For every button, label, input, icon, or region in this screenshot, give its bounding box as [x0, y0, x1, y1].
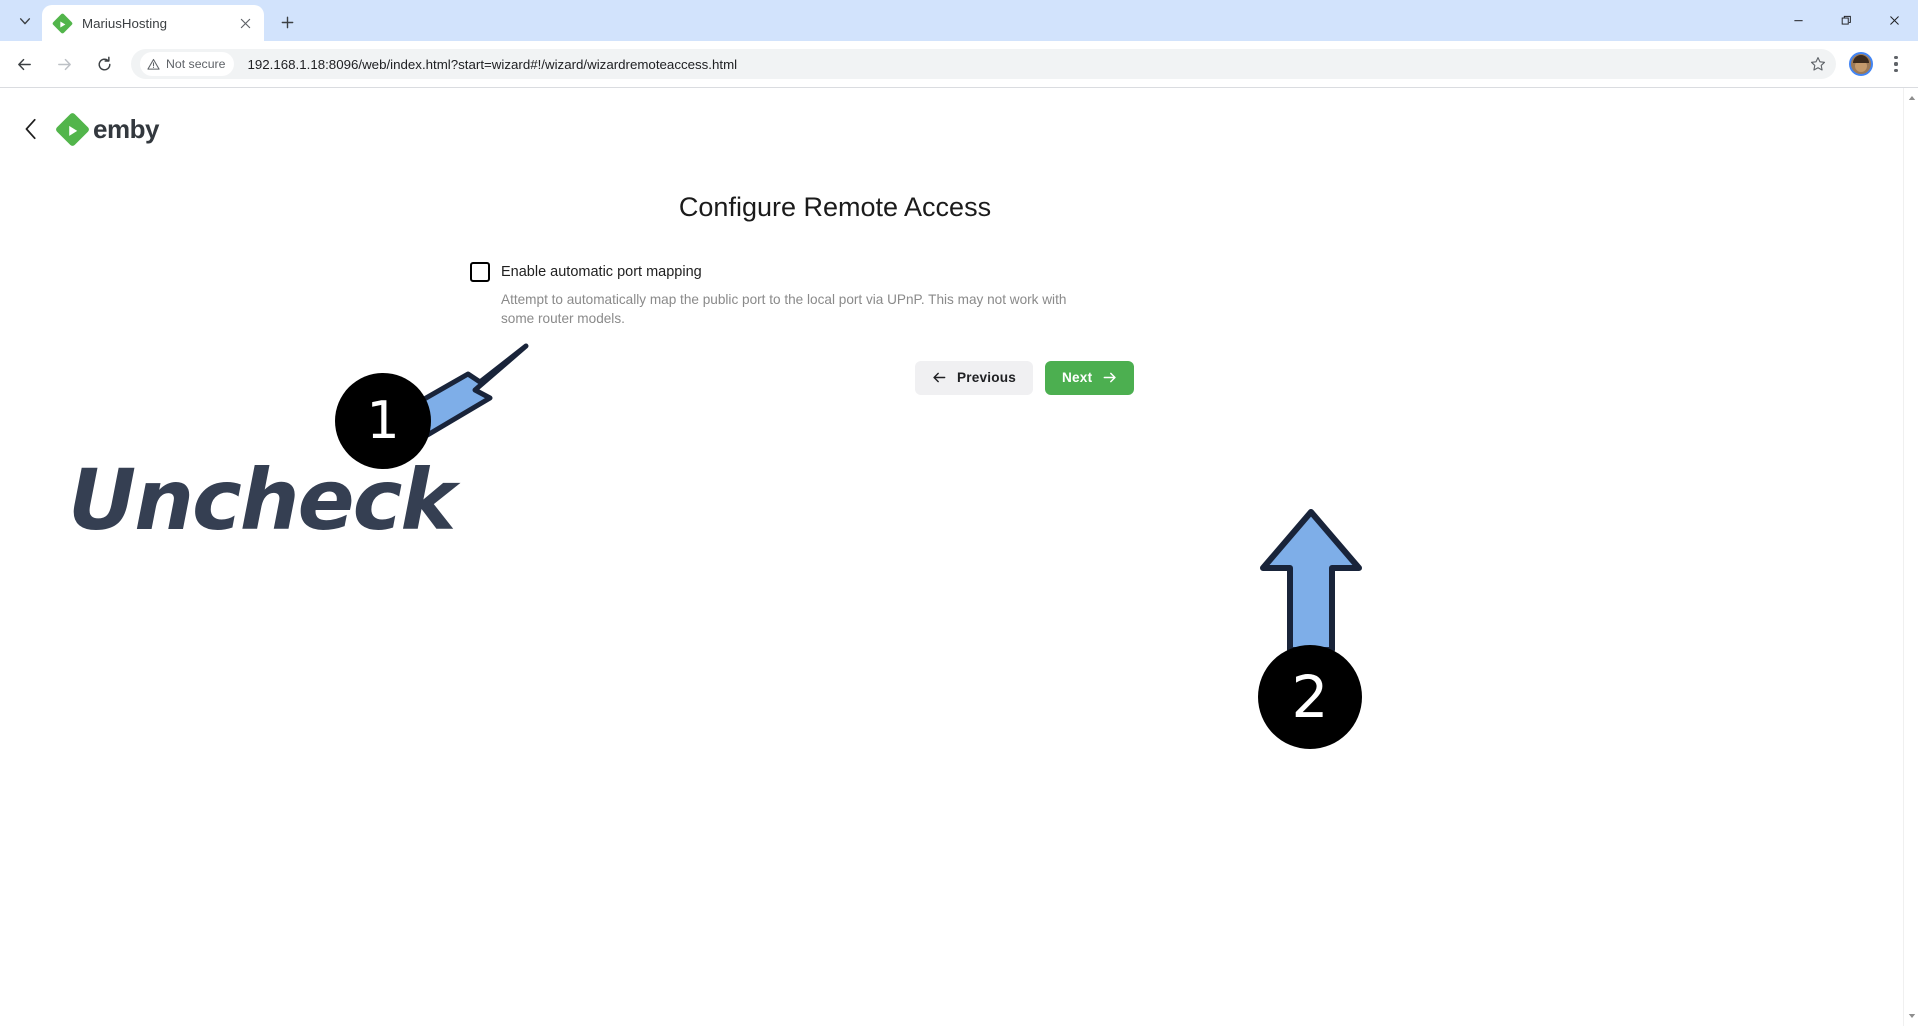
emby-header: emby: [0, 88, 1918, 150]
annotation-arrow-two: [1260, 509, 1362, 653]
scroll-up-arrow-icon: [1908, 96, 1915, 100]
restore-icon: [1841, 15, 1851, 25]
instruction-text: Uncheck: [68, 451, 456, 549]
step-badge-two: 2: [1258, 645, 1362, 749]
remote-access-form: Enable automatic port mapping Attempt to…: [470, 262, 1110, 329]
enable-port-mapping-checkbox[interactable]: [470, 262, 490, 282]
tab-close-button[interactable]: [236, 14, 254, 32]
arrow-right-icon: [1103, 372, 1116, 383]
three-dot-menu-icon: [1894, 68, 1898, 72]
window-restore-button[interactable]: [1822, 0, 1870, 41]
window-minimize-button[interactable]: [1774, 0, 1822, 41]
avatar-hair: [1853, 55, 1869, 63]
window-close-button[interactable]: [1870, 0, 1918, 41]
browser-toolbar: Not secure 192.168.1.18:8096/web/index.h…: [0, 41, 1918, 87]
next-button-label: Next: [1062, 370, 1093, 385]
emby-wordmark: emby: [93, 113, 159, 144]
wizard-button-row: Previous Next: [915, 360, 1918, 395]
close-icon: [1889, 16, 1899, 25]
enable-port-mapping-description: Attempt to automatically map the public …: [501, 292, 1067, 326]
url-text[interactable]: 192.168.1.18:8096/web/index.html?start=w…: [247, 57, 737, 72]
security-label: Not secure: [166, 57, 226, 71]
previous-button-label: Previous: [957, 370, 1017, 385]
next-button[interactable]: Next: [1045, 360, 1135, 395]
new-tab-button[interactable]: [270, 5, 304, 39]
back-button[interactable]: [7, 47, 41, 81]
warning-triangle-icon: [147, 58, 160, 70]
page-back-button[interactable]: [14, 112, 48, 146]
back-arrow-icon: [17, 58, 31, 70]
reload-button[interactable]: [87, 47, 121, 81]
play-triangle-icon: [69, 124, 78, 135]
tab-title: MariusHosting: [82, 15, 167, 31]
minimize-icon: [1793, 20, 1803, 22]
three-dot-menu-icon: [1894, 62, 1898, 66]
bookmark-button[interactable]: [1804, 50, 1832, 78]
three-dot-menu-icon: [1894, 56, 1898, 60]
page-content: emby Configure Remote Access Enable auto…: [0, 88, 1918, 1026]
browser-window: MariusHosting Not secure 192.168.1.18:80…: [0, 0, 1918, 1026]
emby-diamond-icon: [54, 111, 91, 147]
step-badge-one: 1: [335, 373, 431, 469]
tab-search-button[interactable]: [8, 4, 42, 38]
scroll-up-button[interactable]: [1904, 90, 1918, 106]
enable-port-mapping-label: Enable automatic port mapping: [501, 264, 702, 280]
annotation-overlay: 1 2 Uncheck: [0, 88, 1918, 1026]
annotation-arrow-one: [367, 343, 529, 459]
browser-tab[interactable]: MariusHosting: [42, 5, 264, 41]
emby-logo: emby: [54, 111, 159, 147]
address-bar[interactable]: Not secure 192.168.1.18:8096/web/index.h…: [131, 49, 1836, 79]
page-title: Configure Remote Access: [678, 192, 992, 222]
plus-icon: [281, 16, 293, 28]
enable-port-mapping-row[interactable]: Enable automatic port mapping: [470, 262, 1110, 282]
reload-icon: [97, 56, 111, 70]
emby-favicon: [51, 12, 74, 34]
security-indicator[interactable]: Not secure: [140, 52, 235, 76]
star-icon: [1810, 57, 1826, 71]
forward-arrow-icon: [57, 58, 71, 70]
scroll-down-button[interactable]: [1904, 1008, 1918, 1024]
scroll-down-arrow-icon: [1908, 1014, 1915, 1018]
browser-menu-button[interactable]: [1882, 49, 1910, 79]
chevron-down-icon: [19, 18, 31, 25]
chevron-left-icon: [25, 118, 36, 140]
arrow-left-icon: [933, 372, 946, 383]
close-icon: [240, 18, 250, 28]
page-scrollbar[interactable]: [1903, 88, 1918, 1026]
tab-strip: MariusHosting: [0, 0, 1918, 41]
forward-button[interactable]: [47, 47, 81, 81]
avatar[interactable]: [1849, 52, 1873, 76]
previous-button[interactable]: Previous: [915, 360, 1034, 395]
window-controls: [1774, 0, 1918, 41]
